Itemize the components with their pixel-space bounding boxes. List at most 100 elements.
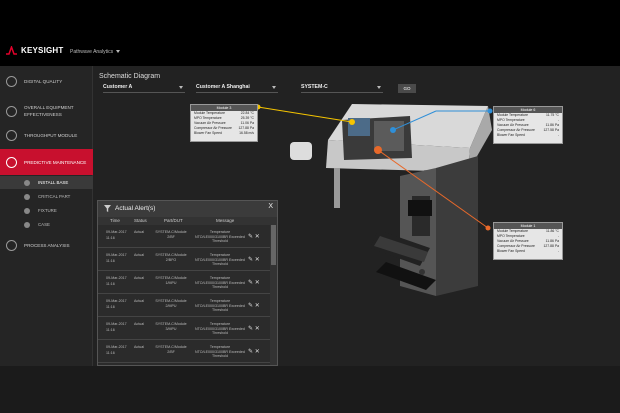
sidebar-item-label: THROUGHPUT MODULE: [24, 132, 78, 138]
alert-row[interactable]: 09-Mar-2017 11:16 Actual SYSTEM-C/Module 2/…: [98, 341, 270, 363]
sidebar-subitem-fixture[interactable]: FIXTURE: [0, 204, 93, 217]
edit-icon[interactable]: ✎: [248, 326, 253, 332]
alert-time: 11:16: [106, 282, 115, 286]
app-name: Pathwave Analytics: [70, 49, 114, 55]
sidebar-item-label: DIGITAL QUALITY: [24, 78, 63, 84]
sidebar-item-predictive-maintenance[interactable]: PREDICTIVE MAINTENANCE: [0, 149, 93, 175]
sidebar-subitem-label: INSTALL BASE: [38, 180, 69, 185]
chart-icon: [6, 239, 17, 251]
edit-icon[interactable]: ✎: [248, 303, 253, 309]
alert-date: 09-Mar-2017: [106, 253, 127, 257]
sidebar-subitem-label: CRITICAL PART: [38, 194, 71, 199]
customer-select[interactable]: Customer A: [103, 84, 185, 93]
alert-message: Temperature NTO/LE000/3100BR Exceeded Th…: [195, 345, 245, 358]
alert-status: Actual: [134, 276, 144, 280]
alert-time: 11:16: [106, 305, 115, 309]
edit-icon[interactable]: ✎: [248, 234, 253, 240]
alert-part: SYSTEM-C/Module 3/MPU: [155, 322, 187, 331]
bullet-icon: [24, 207, 30, 214]
dismiss-icon[interactable]: ✕: [255, 326, 260, 332]
app-switcher[interactable]: Pathwave Analytics: [70, 49, 121, 55]
alert-date: 09-Mar-2017: [106, 299, 127, 303]
bullet-icon: [24, 193, 30, 200]
alert-message: Temperature NTO/LE000/3100BR Exceeded Th…: [195, 230, 245, 243]
sidebar: DIGITAL QUALITY OVERALL EQUIPMENT EFFECT…: [0, 66, 93, 413]
close-icon[interactable]: X: [268, 203, 273, 210]
sidebar-item-process-analysis[interactable]: PROCESS ANALYSIS: [0, 236, 93, 254]
bullet-icon: [24, 179, 30, 186]
edit-icon[interactable]: ✎: [248, 257, 253, 263]
bullet-icon: [24, 221, 30, 228]
alert-actions: ✎ ✕: [248, 302, 260, 309]
sidebar-subitem-critical-part[interactable]: CRITICAL PART: [0, 190, 93, 203]
column-header[interactable]: Time: [110, 218, 120, 223]
sidebar-item-digital-quality[interactable]: DIGITAL QUALITY: [0, 72, 93, 90]
alert-actions: ✎ ✕: [248, 279, 260, 286]
sidebar-subitem-label: FIXTURE: [38, 208, 57, 213]
alert-row[interactable]: 09-Mar-2017 11:16 Actual SYSTEM-C/Module 2/…: [98, 249, 270, 271]
column-header[interactable]: Part/DUT: [164, 218, 183, 223]
metric-value: -: [557, 249, 559, 253]
filter-icon[interactable]: [104, 205, 111, 212]
alert-row[interactable]: 09-Mar-2017 11:16 Actual SYSTEM-C/Module 1/…: [98, 272, 270, 294]
alert-row[interactable]: 09-Mar-2017 11:16 Actual SYSTEM-C/Module 3/…: [98, 318, 270, 340]
dismiss-icon[interactable]: ✕: [255, 280, 260, 286]
alerts-scrollbar[interactable]: [270, 217, 277, 365]
alert-status: Actual: [134, 253, 144, 257]
dismiss-icon[interactable]: ✕: [255, 349, 260, 355]
metric-value: 127.88 Pa: [543, 244, 559, 248]
module-card-3[interactable]: Module 3 Module Temperature 22.84 °C MPO …: [190, 104, 258, 142]
alert-message: Temperature NTO/LE000/3100BR Exceeded Th…: [195, 253, 245, 266]
scroll-thumb[interactable]: [271, 225, 276, 265]
top-bar: KEYSIGHT Pathwave Analytics: [0, 0, 620, 66]
brand-name: KEYSIGHT: [21, 46, 64, 55]
alert-actions: ✎ ✕: [248, 348, 260, 355]
clipboard-icon: [6, 75, 17, 87]
chevron-down-icon: [116, 50, 121, 54]
alert-row[interactable]: 09-Mar-2017 11:16 Actual SYSTEM-C/Module 2/…: [98, 226, 270, 248]
chevron-down-icon: [377, 86, 381, 89]
customer-select-value: Customer A: [103, 84, 133, 90]
sidebar-subitem-label: CASE: [38, 222, 50, 227]
sidebar-item-throughput[interactable]: THROUGHPUT MODULE: [0, 126, 93, 144]
dismiss-icon[interactable]: ✕: [255, 303, 260, 309]
chevron-down-icon: [272, 86, 276, 89]
sidebar-subitem-install-base[interactable]: INSTALL BASE: [0, 176, 93, 189]
metric-value: -: [557, 133, 559, 137]
module-card-6[interactable]: Module 6 Module Temperature 11.75 °C MPO …: [493, 106, 563, 144]
edit-icon[interactable]: ✎: [248, 280, 253, 286]
site-select[interactable]: Customer A Shanghai: [196, 84, 278, 93]
alert-message: Temperature NTO/LE000/3100BR Exceeded Th…: [195, 276, 245, 289]
system-select[interactable]: SYSTEM-C: [301, 84, 383, 93]
alert-row[interactable]: 09-Mar-2017 11:16 Actual SYSTEM-C/Module 2/…: [98, 295, 270, 317]
alert-part: SYSTEM-C/Module 2/BF: [155, 345, 187, 354]
alert-actions: ✎ ✕: [248, 256, 260, 263]
alerts-column-headers: Time Status Part/DUT Message: [98, 217, 270, 225]
sidebar-item-label: PROCESS ANALYSIS: [24, 242, 70, 248]
bottom-bar: [0, 366, 620, 413]
system-select-value: SYSTEM-C: [301, 84, 328, 90]
metric-value: 16.58 m/s: [239, 131, 254, 135]
alerts-panel: Actual Alert(s) X Time Status Part/DUT M…: [97, 200, 278, 366]
module-card-1[interactable]: Module 1 Module Temperature 11.86 °C MPO …: [493, 222, 563, 260]
dismiss-icon[interactable]: ✕: [255, 257, 260, 263]
metric-label: Blower Fan Speed: [194, 131, 222, 135]
dismiss-icon[interactable]: ✕: [255, 234, 260, 240]
go-button[interactable]: GO: [398, 84, 416, 93]
sidebar-subitem-case[interactable]: CASE: [0, 218, 93, 231]
edit-icon[interactable]: ✎: [248, 349, 253, 355]
chevron-down-icon: [179, 86, 183, 89]
sidebar-item-label: PREDICTIVE MAINTENANCE: [24, 159, 87, 165]
alert-message: Temperature NTO/LE000/3100BR Exceeded Th…: [195, 299, 245, 312]
alert-date: 09-Mar-2017: [106, 230, 127, 234]
keysight-wave-icon: [6, 46, 17, 55]
alert-status: Actual: [134, 230, 144, 234]
alert-message: Temperature NTO/LE000/3100BR Exceeded Th…: [195, 322, 245, 335]
alert-date: 09-Mar-2017: [106, 345, 127, 349]
alert-part: SYSTEM-C/Module 1/MPU: [155, 276, 187, 285]
column-header[interactable]: Status: [134, 218, 147, 223]
column-header[interactable]: Message: [216, 218, 234, 223]
metric-label: Blower Fan Speed: [497, 133, 525, 137]
sidebar-item-oee[interactable]: OVERALL EQUIPMENT EFFECTIVENESS: [0, 98, 93, 124]
alert-time: 11:16: [106, 236, 115, 240]
